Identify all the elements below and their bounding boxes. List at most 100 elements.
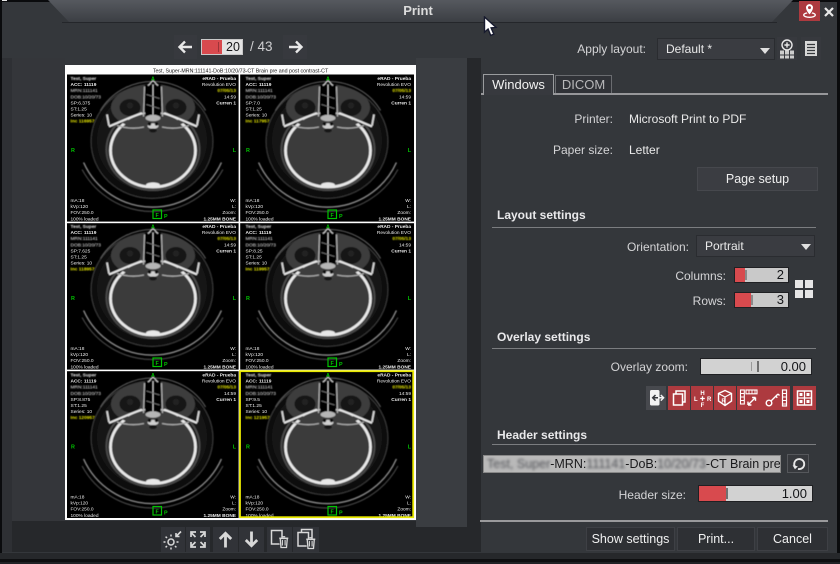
svg-text:mA:18: mA:18 (71, 494, 85, 500)
svg-text:ST:1.25: ST:1.25 (71, 403, 88, 409)
svg-text:100% loaded: 100% loaded (71, 216, 99, 222)
svg-text:Series: 10: Series: 10 (246, 261, 268, 267)
svg-text:kVp:120: kVp:120 (246, 352, 264, 358)
svg-text:SP:8.875: SP:8.875 (71, 397, 91, 403)
svg-text:ACC: 11119: ACC: 11119 (71, 82, 97, 88)
svg-text:R: R (246, 296, 250, 302)
svg-text:1.25MM BONE: 1.25MM BONE (378, 364, 411, 370)
svg-text:Zoom:: Zoom: (397, 210, 411, 216)
svg-text:Curren 1: Curren 1 (216, 248, 236, 254)
svg-text:14:59: 14:59 (399, 242, 411, 248)
svg-text:eRAD - Prueba: eRAD - Prueba (377, 76, 411, 82)
svg-text:P: P (164, 510, 168, 516)
svg-text:Series: 10: Series: 10 (246, 113, 268, 119)
svg-text:kVp:120: kVp:120 (246, 500, 264, 506)
svg-text:14:59: 14:59 (224, 242, 236, 248)
svg-text:Zoom:: Zoom: (222, 358, 236, 364)
svg-text:R: R (71, 148, 75, 154)
svg-text:SP:8.25: SP:8.25 (246, 248, 263, 254)
svg-text:DOB:10/20/73: DOB:10/20/73 (246, 242, 277, 248)
svg-text:Test, Super: Test, Super (246, 373, 272, 379)
svg-text:W:: W: (230, 198, 236, 204)
svg-text:eRAD - Prueba: eRAD - Prueba (377, 373, 411, 379)
svg-text:SP:7.0: SP:7.0 (246, 100, 261, 106)
svg-text:FOV:250.0: FOV:250.0 (71, 358, 94, 364)
svg-text:SP:7.625: SP:7.625 (71, 248, 91, 254)
svg-text:MRN:111141: MRN:111141 (246, 236, 274, 242)
svg-text:07/05/13: 07/05/13 (392, 236, 411, 242)
svg-text:Series: 10: Series: 10 (71, 261, 93, 267)
svg-text:R: R (71, 445, 75, 451)
svg-text:MRN:111141: MRN:111141 (246, 385, 274, 391)
svg-text:07/05/13: 07/05/13 (217, 236, 236, 242)
svg-text:A: A (151, 76, 155, 82)
svg-text:mA:18: mA:18 (71, 346, 85, 352)
svg-text:FOV:250.0: FOV:250.0 (246, 210, 269, 216)
svg-text:DOB:10/20/73: DOB:10/20/73 (246, 94, 277, 100)
svg-text:Test, Super: Test, Super (71, 224, 97, 230)
svg-text:L:: L: (407, 352, 411, 358)
svg-text:H: H (700, 391, 704, 397)
svg-text:ACC: 11119: ACC: 11119 (246, 82, 272, 88)
svg-text:14:59: 14:59 (224, 94, 236, 100)
svg-text:mA:18: mA:18 (71, 198, 85, 204)
svg-text:ACC: 11119: ACC: 11119 (71, 230, 97, 236)
svg-text:Inc 118957: Inc 118957 (71, 267, 95, 273)
svg-text:Curren 1: Curren 1 (391, 100, 411, 106)
svg-text:Series: 10: Series: 10 (71, 409, 93, 415)
svg-text:P: P (164, 362, 168, 368)
svg-text:DOB:10/20/73: DOB:10/20/73 (71, 94, 102, 100)
svg-text:ACC: 11119: ACC: 11119 (246, 230, 272, 236)
svg-text:L:: L: (232, 204, 236, 210)
svg-text:14:59: 14:59 (399, 94, 411, 100)
svg-text:FOV:250.0: FOV:250.0 (246, 507, 269, 513)
svg-text:Series: 10: Series: 10 (246, 409, 268, 415)
svg-text:Test, Super: Test, Super (246, 224, 272, 230)
svg-text:ACC: 11119: ACC: 11119 (246, 379, 272, 385)
svg-text:A: A (151, 224, 155, 230)
svg-text:ACC: 11119: ACC: 11119 (71, 379, 97, 385)
svg-text:100% loaded: 100% loaded (246, 364, 274, 370)
svg-text:P: P (339, 214, 343, 220)
svg-text:W:: W: (405, 346, 411, 352)
svg-text:07/05/13: 07/05/13 (392, 88, 411, 94)
svg-text:FOV:250.0: FOV:250.0 (71, 210, 94, 216)
svg-text:14:59: 14:59 (399, 391, 411, 397)
svg-text:Test, Super: Test, Super (71, 76, 97, 82)
svg-text:L:: L: (407, 500, 411, 506)
svg-text:P: P (339, 510, 343, 516)
svg-text:Inc 116957: Inc 116957 (71, 119, 95, 125)
svg-text:kVp:120: kVp:120 (71, 352, 89, 358)
svg-text:ST:1.25: ST:1.25 (246, 403, 263, 409)
svg-text:A: A (326, 76, 330, 82)
svg-text:kVp:120: kVp:120 (71, 204, 89, 210)
svg-text:100% loaded: 100% loaded (71, 364, 99, 370)
svg-text:eRAD - Prueba: eRAD - Prueba (377, 224, 411, 230)
svg-text:Revolution EVO: Revolution EVO (377, 230, 411, 236)
svg-text:Test, Super: Test, Super (71, 373, 97, 379)
svg-text:100% loaded: 100% loaded (71, 513, 99, 519)
svg-text:ST:1.25: ST:1.25 (71, 255, 88, 261)
svg-text:W:: W: (405, 198, 411, 204)
svg-text:ST:1.25: ST:1.25 (246, 255, 263, 261)
svg-text:Series: 10: Series: 10 (71, 113, 93, 119)
svg-text:Test, Super: Test, Super (246, 76, 272, 82)
svg-text:DOB:10/20/73: DOB:10/20/73 (71, 391, 102, 397)
svg-text:Zoom:: Zoom: (222, 210, 236, 216)
svg-text:Curren 1: Curren 1 (216, 397, 236, 403)
svg-text:R: R (71, 296, 75, 302)
svg-text:eRAD - Prueba: eRAD - Prueba (202, 224, 236, 230)
svg-text:P: P (164, 214, 168, 220)
svg-text:Inc 119957: Inc 119957 (246, 267, 270, 273)
svg-text:Revolution EVO: Revolution EVO (377, 379, 411, 385)
svg-text:ST:1.25: ST:1.25 (71, 107, 88, 113)
svg-text:FOV:250.0: FOV:250.0 (71, 507, 94, 513)
svg-text:kVp:120: kVp:120 (71, 500, 89, 506)
svg-text:MRN:111141: MRN:111141 (71, 236, 99, 242)
svg-text:SP:9.5: SP:9.5 (246, 397, 261, 403)
svg-text:MRN:111141: MRN:111141 (71, 88, 99, 94)
svg-text:R: R (722, 399, 726, 405)
svg-text:Revolution EVO: Revolution EVO (202, 82, 236, 88)
svg-text:W:: W: (230, 494, 236, 500)
svg-text:Zoom:: Zoom: (397, 358, 411, 364)
